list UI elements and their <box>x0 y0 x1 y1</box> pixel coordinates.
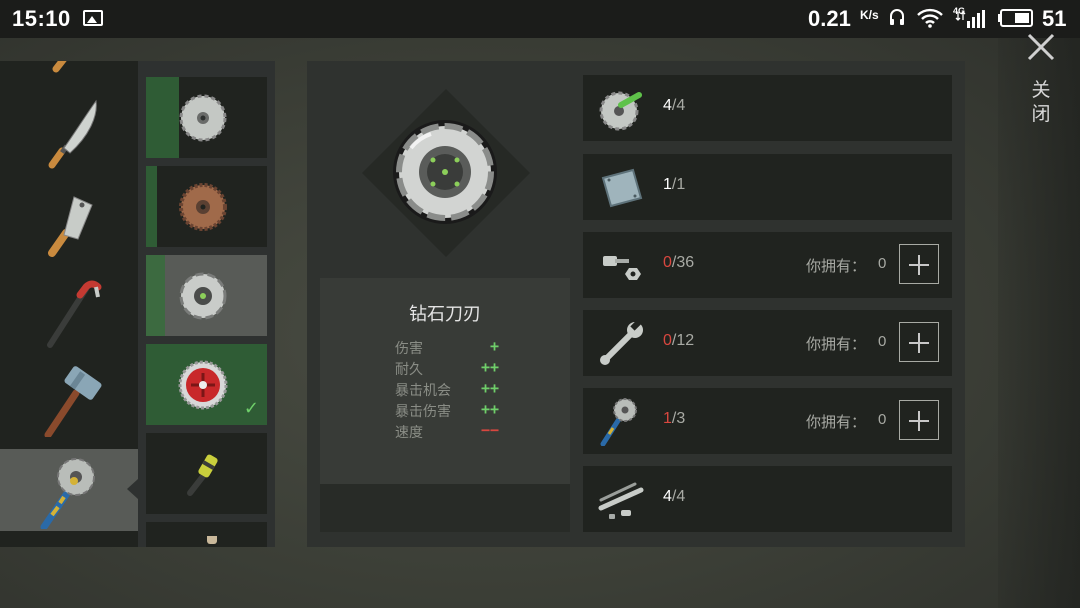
material-count: 1/1 <box>663 176 686 193</box>
gallery-notification-icon <box>83 10 103 26</box>
weapon-item-cleaver[interactable] <box>0 179 138 261</box>
signal-icon <box>955 10 985 28</box>
crowbar-icon <box>47 280 102 348</box>
stat-value: + <box>489 337 499 355</box>
blade-item-next[interactable] <box>146 522 267 547</box>
saw-blade-icon <box>599 91 642 131</box>
blade-item-yellow-grip[interactable] <box>146 433 267 514</box>
battery-icon <box>998 9 1033 27</box>
blade-list[interactable]: ✓ <box>138 61 275 547</box>
material-count: 1/3 <box>663 410 686 427</box>
blade-item-rusty-saw-blade[interactable] <box>146 166 267 247</box>
stat-label: 速度 <box>395 425 423 441</box>
owned-check-icon: ✓ <box>243 398 259 419</box>
close-label[interactable]: 关闭 <box>1030 78 1052 126</box>
item-info-footer <box>320 484 570 532</box>
owned-count: 0 <box>878 411 887 428</box>
saw-mace-icon <box>40 458 95 529</box>
weapon-item-crowbar[interactable] <box>0 269 138 351</box>
diamond-blade-preview-icon <box>393 120 497 224</box>
stat-row-speed: 速度 −− <box>395 421 505 442</box>
battery-level: 51 <box>1042 6 1067 31</box>
hammer-icon <box>44 366 102 437</box>
close-icon[interactable] <box>1026 32 1056 62</box>
partial-item-icon <box>207 536 217 544</box>
material-row-metal-plate: 1/1 <box>583 154 952 220</box>
owned-label: 你拥有： <box>806 335 867 353</box>
owned-count: 0 <box>878 255 887 272</box>
blade-item-red-saw-blade[interactable]: ✓ <box>146 344 267 425</box>
weapon-item-machete[interactable] <box>0 91 138 173</box>
bolt-nut-icon <box>603 256 641 280</box>
network-speed-unit: K/s <box>860 8 879 22</box>
pipe-parts-icon <box>598 482 644 519</box>
add-saw-mace-button[interactable] <box>899 400 939 440</box>
material-count: 0/36 <box>663 254 695 271</box>
selected-arrow <box>127 479 138 499</box>
add-wrench-button[interactable] <box>899 322 939 362</box>
weapon-item-knife[interactable] <box>0 61 138 81</box>
blade-progress <box>146 255 166 336</box>
stat-label: 暴击伤害 <box>395 404 451 420</box>
diamond-saw-blade-icon <box>179 272 227 320</box>
weapon-list[interactable] <box>0 61 138 547</box>
stat-label: 耐久 <box>395 362 423 378</box>
add-bolts-button[interactable] <box>899 244 939 284</box>
machete-icon <box>48 99 97 169</box>
material-count: 4/4 <box>663 97 686 114</box>
blade-progress <box>146 77 179 158</box>
stat-row-crit-damage: 暴击伤害 ++ <box>395 400 505 421</box>
material-count: 4/4 <box>663 488 686 505</box>
material-row-bolts-nuts: 0/36 你拥有： 0 <box>583 232 952 298</box>
stat-value: ++ <box>480 379 499 397</box>
stat-row-damage: 伤害 + <box>395 337 505 358</box>
weapon-item-hammer[interactable] <box>0 357 138 439</box>
saw-blade-icon <box>179 94 227 142</box>
saw-mace-icon <box>600 398 637 446</box>
owned-label: 你拥有： <box>806 257 867 275</box>
cleaver-icon <box>48 196 93 257</box>
status-bar: 15:10 0.21 K/s 4G 51 <box>0 0 1080 38</box>
blade-progress <box>146 166 157 247</box>
stat-label: 伤害 <box>395 341 423 357</box>
owned-label: 你拥有： <box>806 413 867 431</box>
blade-item-diamond-saw-blade[interactable] <box>146 255 267 336</box>
rusty-saw-blade-icon <box>179 183 227 231</box>
headphone-icon <box>890 9 904 25</box>
stat-row-crit-chance: 暴击机会 ++ <box>395 379 505 400</box>
stat-value: −− <box>480 421 499 439</box>
material-row-saw-blade: 4/4 <box>583 75 952 141</box>
owned-count: 0 <box>878 333 887 350</box>
material-row-saw-mace: 1/3 你拥有： 0 <box>583 388 952 454</box>
material-count: 0/12 <box>663 332 695 349</box>
blade-item-saw-blade[interactable] <box>146 77 267 158</box>
metal-plate-icon <box>601 168 643 208</box>
wrench-icon <box>600 319 643 365</box>
status-time: 15:10 <box>12 6 71 31</box>
stat-value: ++ <box>480 400 499 418</box>
stat-label: 暴击机会 <box>395 383 451 399</box>
stat-value: ++ <box>480 358 499 376</box>
material-row-wrench: 0/12 你拥有： 0 <box>583 310 952 376</box>
network-speed: 0.21 <box>808 6 851 31</box>
yellow-grip-icon <box>187 454 218 496</box>
wifi-icon <box>917 8 943 28</box>
knife-icon <box>52 61 67 73</box>
item-name: 钻石刀刃 <box>409 304 481 325</box>
stat-row-durability: 耐久 ++ <box>395 358 505 379</box>
material-row-pipe-parts: 4/4 <box>583 466 952 532</box>
weapon-item-saw-blade-mace[interactable] <box>0 449 138 531</box>
red-saw-blade-icon <box>178 360 228 410</box>
